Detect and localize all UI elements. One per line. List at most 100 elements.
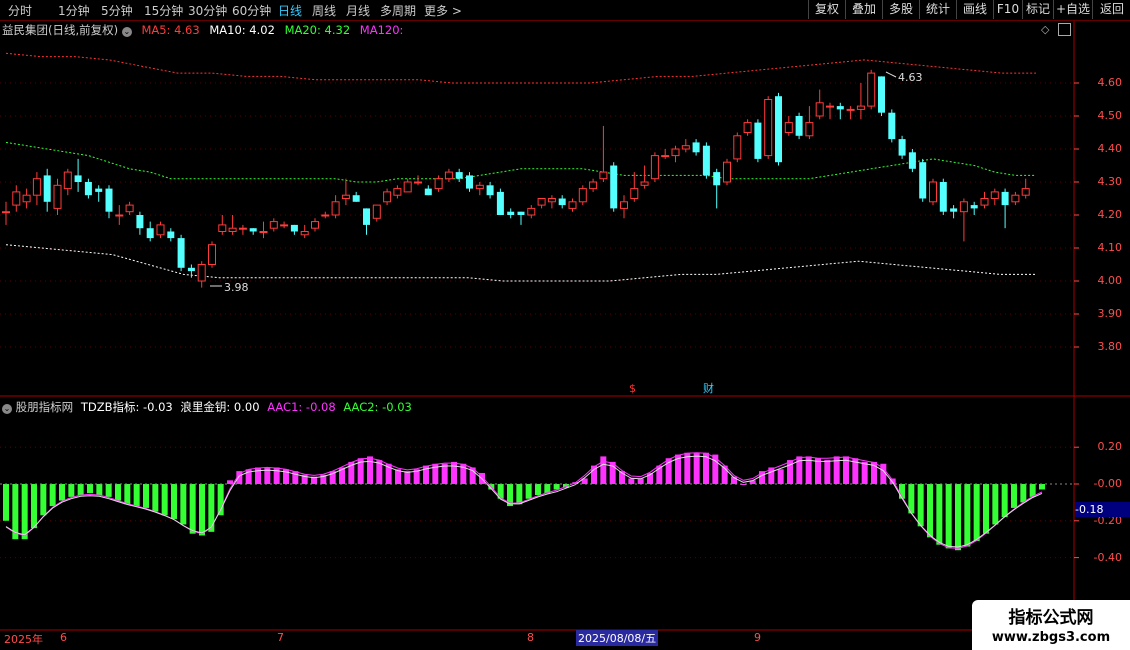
indicator-bar [964, 484, 971, 547]
indicator-bar [535, 484, 541, 496]
candle-body-down [713, 172, 721, 186]
indicator-bar [973, 484, 980, 542]
indicator-tick-label: 0.20 [1097, 440, 1123, 454]
candle-body-up [238, 227, 247, 230]
dividend-marker[interactable]: $ [629, 382, 636, 395]
candle-body-up [321, 214, 330, 217]
candle-body-down [95, 188, 103, 192]
indicator-bar [441, 463, 448, 484]
indicator-bar [1001, 484, 1008, 518]
candle-body-up [867, 72, 876, 107]
candle-body-up [733, 135, 742, 160]
chevron-down-icon[interactable]: ⌄ [121, 27, 132, 37]
date-month-7: 7 [277, 631, 284, 644]
candle-body-down [919, 162, 927, 199]
indicator-bar [105, 484, 112, 497]
candle-body-up [156, 224, 165, 236]
indicator-bar [516, 484, 523, 505]
aac1-value: AAC1: -0.08 [267, 400, 336, 414]
candle-body-down [754, 122, 762, 159]
candle-body-down [146, 228, 154, 239]
candle-body-up [32, 178, 41, 196]
candle-body-up [527, 207, 536, 216]
candle-body-down [455, 172, 463, 179]
price-grid [0, 82, 1079, 348]
candle-body-up [403, 181, 412, 193]
candle-body-down [496, 191, 504, 215]
candle-body-up [568, 201, 577, 209]
high-price-label: 4.63 [898, 71, 923, 84]
price-tick-label: 4.60 [1097, 76, 1123, 89]
candle-body-up [815, 102, 824, 117]
indicator-bar [133, 484, 140, 507]
candle-body-up [640, 181, 649, 186]
candle-body-up [53, 184, 62, 209]
candle-body-up [1021, 188, 1030, 196]
candle-body-down [486, 185, 494, 196]
indicator-bar [171, 484, 177, 519]
aac2-value: AAC2: -0.03 [343, 400, 412, 414]
candle-body-up [444, 171, 453, 180]
indicator-bar [77, 484, 84, 496]
candle-body-down [610, 165, 618, 209]
candle-body-up [990, 191, 999, 199]
indicator-title: 股朋指标网 [15, 400, 74, 414]
candle-body-up [826, 105, 834, 108]
indicator-bar [292, 471, 299, 484]
candle-body-up [434, 178, 443, 190]
ma10-line [5, 244, 1036, 282]
candle-body-down [84, 182, 92, 196]
ma10-value: MA10: 4.02 [209, 23, 275, 37]
ma120-value: MA120: [359, 23, 404, 37]
candle-body-up [547, 198, 556, 203]
candle-body-down [950, 208, 958, 212]
indicator-bar [1011, 484, 1017, 508]
candle-body-up [228, 227, 237, 232]
indicator-bar [936, 484, 943, 545]
indicator-bar [861, 461, 868, 484]
indicator-bar [161, 484, 168, 516]
indicator-bar [553, 484, 560, 490]
indicator-bar [451, 461, 457, 484]
indicator-bar [824, 460, 831, 484]
indicator-tick-label: -0.40 [1093, 550, 1122, 564]
indicator-bar [404, 471, 411, 484]
indicator-bar [208, 484, 215, 532]
indicator-bar [600, 456, 607, 484]
candle-body-down [136, 215, 144, 229]
candle-body-down [702, 145, 710, 176]
price-tick-label: 4.00 [1097, 274, 1123, 287]
lljy-value: 浪里金钥: 0.00 [180, 400, 260, 414]
stock-title: 益民集团(日线,前复权) [2, 23, 119, 37]
candle-body-up [259, 231, 268, 233]
price-tick-label: 4.50 [1097, 109, 1123, 122]
candle-body-up [681, 145, 690, 150]
maximize-icon[interactable] [1058, 23, 1071, 36]
candle-body-down [43, 175, 51, 202]
candle-body-up [197, 264, 206, 282]
indicator-bar [59, 484, 65, 501]
indicator-bar [815, 458, 821, 484]
diamond-icon[interactable]: ◇ [1041, 23, 1049, 36]
kline-chart[interactable]: 4.63 3.98 $ 财 [0, 0, 1130, 650]
candle-body-up [208, 244, 216, 265]
candle-body-up [723, 161, 731, 183]
candle-body-up [620, 201, 628, 209]
ma20-value: MA20: 4.32 [284, 23, 351, 37]
main-legend: 益民集团(日线,前复权) ⌄ MA5: 4.63 MA10: 4.02 MA20… [2, 22, 403, 38]
candle-body-down [167, 231, 175, 239]
candle-body-up [393, 188, 402, 196]
candle-body-down [558, 198, 566, 206]
candle-body-down [363, 208, 370, 225]
finance-marker[interactable]: 财 [703, 381, 714, 395]
candle-body-down [352, 195, 360, 202]
indicator-bar [1020, 484, 1027, 503]
indicator-bar [1039, 484, 1045, 490]
candle-body-up [311, 221, 319, 229]
ma20-line [5, 141, 1036, 183]
chevron-down-icon[interactable]: ⌄ [2, 404, 12, 414]
candle-body-up [846, 108, 855, 111]
candlesticks [2, 69, 1030, 288]
high-pointer [885, 71, 897, 78]
candle-body-down [836, 106, 844, 110]
